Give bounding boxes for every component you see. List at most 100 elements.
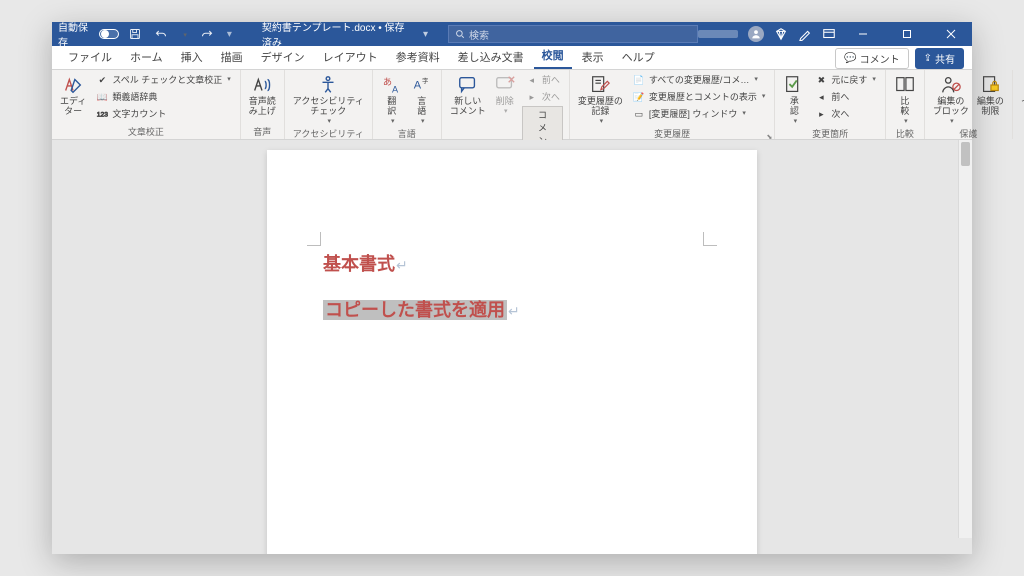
new-comment-icon [457,74,479,96]
paragraph-1[interactable]: 基本書式↵ [323,250,408,276]
share-button[interactable]: ⇪共有 [915,48,964,69]
tab-review[interactable]: 校閲 [534,43,572,69]
svg-text:A: A [392,84,399,94]
delete-comment-button[interactable]: 削除 [492,72,518,118]
svg-text:123: 123 [97,111,108,118]
title-dropdown-icon[interactable]: ▾ [423,29,428,40]
display-for-review-dropdown[interactable]: 📄すべての変更履歴/コメ… [629,72,769,88]
group-protect: 編集の ブロック 編集の 制限 保護 [925,70,1013,139]
read-aloud-icon [251,74,273,96]
diamond-icon[interactable] [774,27,788,41]
track-changes-icon [589,74,611,96]
group-tracking: 変更履歴の 記録 📄すべての変更履歴/コメ… 📝変更履歴とコメントの表示 ▭[変… [570,70,776,139]
accept-icon [783,74,805,96]
pen-icon[interactable] [798,27,812,41]
document-page[interactable]: 基本書式↵ コピーした書式を適用↵ [267,150,757,554]
editor-icon [62,74,84,96]
block-icon [940,74,962,96]
thesaurus-icon: 📖 [95,90,109,104]
group-label: 音声 [247,125,278,139]
tab-references[interactable]: 参考資料 [388,45,448,69]
prev-icon: ◂ [525,73,539,87]
app-window: 自動保存 ▾ 契約書テンプレート.docx • 保存済み ▾ 検索 [52,22,972,554]
ribbon-tabs: ファイル ホーム 挿入 描画 デザイン レイアウト 参考資料 差し込み文書 校閲… [52,46,972,70]
undo-icon[interactable] [151,28,171,40]
wordcount-button[interactable]: 123文字カウント [92,106,233,122]
prev-change-button[interactable]: ◂前へ [811,89,879,105]
tab-mailings[interactable]: 差し込み文書 [450,45,532,69]
group-label: 文章校正 [58,125,234,139]
editor-button[interactable]: エディ ター [58,72,88,119]
vertical-scrollbar[interactable] [958,140,972,538]
tab-layout[interactable]: レイアウト [315,45,386,69]
display-icon: 📄 [632,73,646,87]
next-comment-button[interactable]: ▸次へ [522,89,563,105]
app-mode-icon[interactable] [822,27,836,41]
thesaurus-button[interactable]: 📖類義語辞典 [92,89,233,105]
reject-button[interactable]: ✖元に戻す [811,72,879,88]
hide-ink-button[interactable]: インクを非表 示にする [1019,72,1024,127]
maximize-button[interactable] [890,22,924,46]
group-changes: 承 認 ✖元に戻す ◂前へ ▸次へ 変更箇所 [775,70,886,139]
block-authors-button[interactable]: 編集の ブロック [931,72,971,127]
restrict-editing-button[interactable]: 編集の 制限 [975,72,1006,119]
group-speech: 音声読 み上げ 音声 [241,70,285,139]
user-avatar[interactable] [748,26,764,42]
qat-customize[interactable]: ▾ [223,29,236,40]
delete-comment-icon [494,74,516,96]
close-button[interactable] [934,22,968,46]
translate-button[interactable]: あA 翻 訳 [379,72,405,127]
ribbon: エディ ター ✔スペル チェックと文章校正 📖類義語辞典 123文字カウント 文… [52,70,972,140]
tab-view[interactable]: 表示 [574,45,612,69]
search-placeholder: 検索 [469,27,489,42]
read-aloud-button[interactable]: 音声読 み上げ [247,72,278,119]
reviewing-pane-dropdown[interactable]: ▭[変更履歴] ウィンドウ [629,106,769,122]
prev-comment-button[interactable]: ◂前へ [522,72,563,88]
search-icon [455,29,465,39]
next-change-icon: ▸ [814,107,828,121]
wordcount-icon: 123 [95,107,109,121]
language-icon: A字 [411,74,433,96]
group-compare: 比 較 比較 [886,70,925,139]
toggle-icon [99,29,119,39]
svg-text:字: 字 [422,76,428,85]
scrollbar-thumb[interactable] [961,142,970,166]
language-button[interactable]: A字 言 語 [409,72,435,127]
search-box[interactable]: 検索 [448,25,698,43]
spellcheck-button[interactable]: ✔スペル チェックと文章校正 [92,72,233,88]
selected-text: コピーした書式を適用 [323,300,507,320]
new-comment-button[interactable]: 新しい コメント [448,72,488,119]
tab-draw[interactable]: 描画 [213,45,251,69]
accept-button[interactable]: 承 認 [781,72,807,127]
tab-home[interactable]: ホーム [122,45,171,69]
next-change-button[interactable]: ▸次へ [811,106,879,122]
next-icon: ▸ [525,90,539,104]
group-accessibility: アクセシビリティ チェック アクセシビリティ [285,70,373,139]
comment-icon: 💬 [844,53,856,64]
svg-text:A: A [414,80,422,92]
share-icon: ⇪ [924,53,932,64]
tab-design[interactable]: デザイン [253,45,313,69]
save-icon[interactable] [125,28,145,40]
show-markup-dropdown[interactable]: 📝変更履歴とコメントの表示 [629,89,769,105]
tab-help[interactable]: ヘルプ [614,45,663,69]
tab-insert[interactable]: 挿入 [173,45,211,69]
redo-icon[interactable] [197,28,217,40]
undo-dropdown[interactable] [177,29,191,40]
markup-icon: 📝 [632,90,646,104]
compare-icon [894,74,916,96]
document-workspace[interactable]: 基本書式↵ コピーした書式を適用↵ [52,140,972,554]
comments-pane-button[interactable]: 💬コメント [835,48,908,69]
translate-icon: あA [381,74,403,96]
accessibility-check-button[interactable]: アクセシビリティ チェック [291,72,366,127]
margin-mark [703,232,717,246]
compare-button[interactable]: 比 較 [892,72,918,127]
accessibility-icon [317,74,339,96]
track-changes-button[interactable]: 変更履歴の 記録 [576,72,625,127]
tab-file[interactable]: ファイル [60,45,120,69]
minimize-button[interactable] [846,22,880,46]
paragraph-2[interactable]: コピーした書式を適用↵ [323,296,520,322]
svg-text:あ: あ [383,77,392,87]
user-name-area[interactable] [698,30,738,38]
prev-change-icon: ◂ [814,90,828,104]
